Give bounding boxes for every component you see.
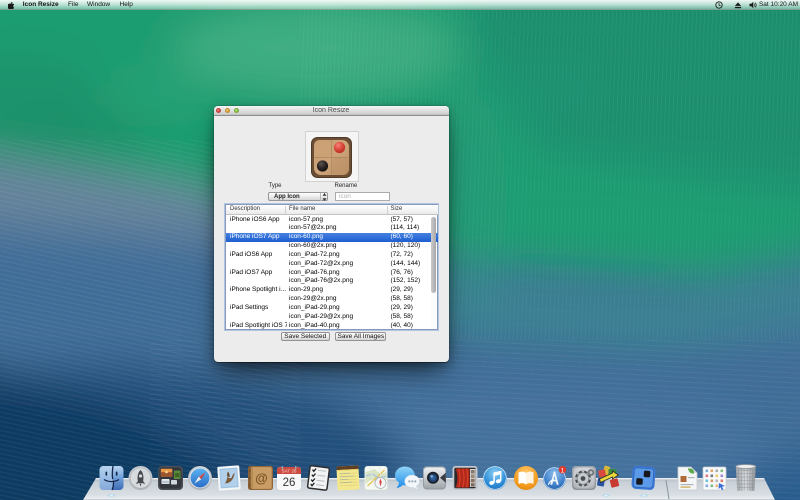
- svg-text:@: @: [255, 471, 268, 486]
- svg-text:1: 1: [561, 467, 565, 474]
- svg-text:26: 26: [283, 477, 296, 489]
- svg-text:SAT 26: SAT 26: [282, 469, 297, 474]
